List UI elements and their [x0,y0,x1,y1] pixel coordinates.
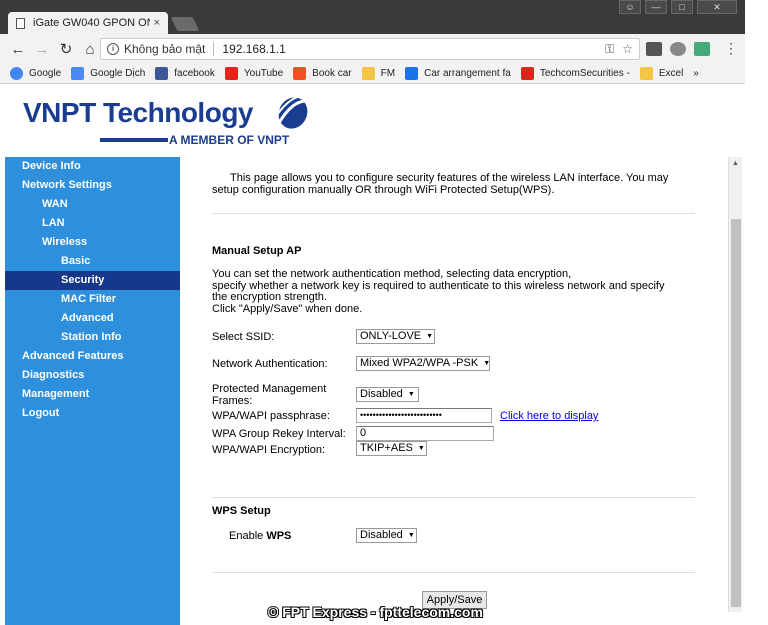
sidebar-item-wireless[interactable]: Wireless [5,233,180,252]
sidebar-item-network-settings[interactable]: Network Settings [5,176,180,195]
logo-title: VNPT Technology [23,97,254,128]
sidebar-menu: Device Info Network Settings WAN LAN Wir… [5,157,180,625]
sidebar-item-logout[interactable]: Logout [5,404,180,423]
encryption-label: WPA/WAPI Encryption: [212,444,326,456]
browser-menu-icon[interactable]: ⋮ [724,40,738,57]
bookmarks-more[interactable]: » [693,68,699,79]
folder-icon [639,67,653,80]
encryption-select[interactable]: TKIP+AES ▼ [356,441,427,456]
pmf-select[interactable]: Disabled ▼ [356,387,419,402]
bookmark-book-car[interactable]: Book car [293,67,352,80]
screenshot-extension-icon[interactable] [694,42,710,56]
sidebar-item-advanced[interactable]: Advanced [5,309,180,328]
minimize-button[interactable]: — [645,0,667,14]
new-tab-button[interactable] [170,17,200,31]
back-arrow-icon[interactable]: ← [6,41,30,58]
vnpt-banner: VNPT Technology A MEMBER OF VNPT [5,85,745,157]
ssid-select[interactable]: ONLY-LOVE ▼ [356,329,435,344]
address-separator [213,42,215,56]
manual-setup-heading: Manual Setup AP [212,245,302,257]
google-icon [10,67,23,80]
sidebar-item-advanced-features[interactable]: Advanced Features [5,347,180,366]
address-bar[interactable]: i Không bảo mật 192.168.1.1 ⚿ ☆ [100,38,640,60]
tab-title: iGate GW040 GPON ONT [33,17,150,29]
document-icon [16,17,25,29]
bookmark-youtube[interactable]: YouTube [224,67,283,80]
folder-icon [361,67,375,80]
ssid-label: Select SSID: [212,331,275,343]
divider [212,572,695,573]
reload-icon[interactable]: ↻ [54,40,78,58]
dropdown-arrow-icon: ▼ [407,391,415,398]
forward-arrow-icon[interactable]: → [30,41,54,58]
security-status: Không bảo mật [124,42,206,56]
wps-select[interactable]: Disabled ▼ [356,528,417,543]
manual-setup-description: You can set the network authentication m… [212,268,665,315]
wps-setup-heading: WPS Setup [212,505,271,517]
bookmark-star-icon[interactable]: ☆ [622,42,633,56]
home-icon[interactable]: ⌂ [78,41,102,58]
vnpt-globe-icon [276,94,310,129]
info-icon[interactable]: i [107,43,119,55]
bookmark-excel[interactable]: Excel [639,67,683,80]
facebook-icon [155,67,169,80]
bookmark-google[interactable]: Google [10,67,61,80]
dropdown-arrow-icon: ▼ [483,360,491,367]
microsoft-icon [293,67,307,80]
s-icon [405,67,419,80]
security-content: This page allows you to configure securi… [180,157,728,625]
profile-icon[interactable]: ☺ [619,0,641,14]
logo-underline [100,138,168,142]
dropdown-arrow-icon: ▼ [426,333,434,340]
intro-text: This page allows you to configure securi… [212,172,669,196]
enable-wps-label: Enable WPS [229,530,292,542]
pmf-label: Protected Management Frames: [212,383,327,407]
watermark: © FPT Express - fpttelecom.com [268,604,483,620]
sidebar-item-management[interactable]: Management [5,385,180,404]
maximize-button[interactable]: □ [671,0,693,14]
dropdown-arrow-icon: ▼ [417,445,425,452]
auth-select[interactable]: Mixed WPA2/WPA -PSK ▼ [356,356,490,371]
passphrase-input[interactable]: •••••••••••••••••••••••••• [356,408,492,423]
url-text[interactable]: 192.168.1.1 [222,42,597,56]
tab-close-icon[interactable]: × [154,17,160,29]
content-scrollbar[interactable]: ▲ [728,157,742,612]
browser-titlebar: iGate GW040 GPON ONT × ☺ — □ ✕ [0,0,745,34]
translate-icon [71,67,85,80]
sidebar-item-wan[interactable]: WAN [5,195,180,214]
scroll-up-arrow-icon[interactable]: ▲ [732,160,739,167]
bookmark-fm[interactable]: FM [361,67,395,80]
passphrase-label: WPA/WAPI passphrase: [212,410,330,422]
bookmark-facebook[interactable]: facebook [155,67,215,80]
auth-label: Network Authentication: [212,358,328,370]
display-passphrase-link[interactable]: Click here to display [500,410,598,422]
scrollbar-thumb[interactable] [731,219,741,607]
sidebar-item-security[interactable]: Security [5,271,180,290]
sidebar-item-basic[interactable]: Basic [5,252,180,271]
divider [212,497,695,498]
youtube-icon [224,67,238,80]
sidebar-item-lan[interactable]: LAN [5,214,180,233]
key-icon[interactable]: ⚿ [605,42,614,57]
close-window-button[interactable]: ✕ [697,0,737,14]
bookmark-car-arrangement[interactable]: Car arrangement fa [405,67,511,80]
dropdown-arrow-icon: ▼ [407,532,415,539]
browser-tab[interactable]: iGate GW040 GPON ONT × [8,12,168,34]
divider [212,213,695,214]
extension-icon[interactable] [670,42,686,56]
browser-toolbar: ← → ↻ ⌂ i Không bảo mật 192.168.1.1 ⚿ ☆ [0,34,745,64]
sidebar-item-station-info[interactable]: Station Info [5,328,180,347]
sidebar-item-diagnostics[interactable]: Diagnostics [5,366,180,385]
techcom-icon [520,67,534,80]
rekey-label: WPA Group Rekey Interval: [212,428,346,440]
mail-extension-icon[interactable] [646,42,662,56]
bookmark-techcom[interactable]: TechcomSecurities - [520,67,630,80]
bookmarks-bar: Google Google Dịch facebook YouTube Book… [0,64,745,84]
window-controls: ☺ — □ ✕ [619,0,737,14]
sidebar-item-device-info[interactable]: Device Info [5,157,180,176]
rekey-interval-input[interactable]: 0 [356,426,494,441]
bookmark-google-dich[interactable]: Google Dịch [71,67,145,80]
logo-subtitle: A MEMBER OF VNPT [169,133,290,147]
sidebar-item-mac-filter[interactable]: MAC Filter [5,290,180,309]
